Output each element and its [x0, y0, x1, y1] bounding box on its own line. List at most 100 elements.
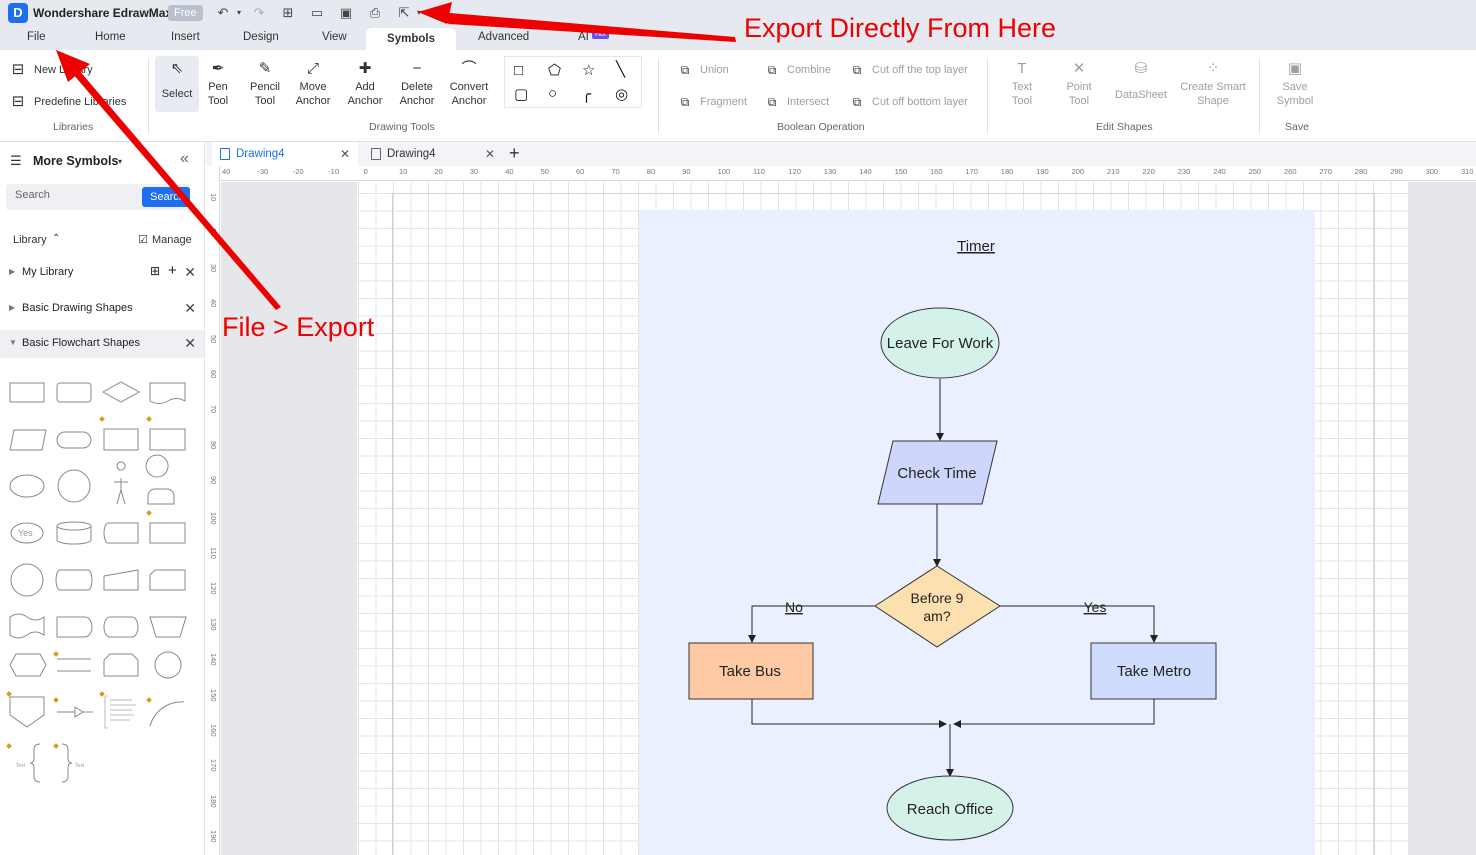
print-icon[interactable]: ⎙ [366, 4, 384, 22]
collapse-panel-icon[interactable]: « [180, 150, 189, 168]
more-symbols-title[interactable]: More Symbols [33, 154, 118, 168]
fragment-button[interactable]: Fragment [700, 96, 747, 108]
close-icon[interactable]: ✕ [340, 142, 350, 166]
close-icon[interactable]: ✕ [184, 264, 196, 281]
connector-shape[interactable] [57, 469, 91, 503]
chevron-down-icon[interactable]: ▾ [118, 157, 122, 166]
circle-shape[interactable] [10, 563, 44, 597]
manual-input-shape[interactable] [103, 569, 139, 591]
preparation-shape[interactable] [9, 653, 47, 677]
pentagon-icon[interactable]: ⬠ [548, 61, 561, 79]
alternate-process-shape[interactable] [56, 382, 92, 403]
annotation-shape[interactable] [104, 695, 136, 729]
user-shape[interactable] [145, 454, 175, 505]
delete-anchor-label-1: Delete [401, 81, 433, 93]
import-icon[interactable]: ⊞ [150, 264, 160, 278]
spiral-icon[interactable]: ◎ [615, 85, 628, 103]
add-tab-icon[interactable]: + [509, 142, 520, 164]
union-button[interactable]: Union [700, 64, 729, 76]
tab-home[interactable]: Home [95, 31, 126, 43]
collapse-up-icon[interactable]: ⌃ [52, 233, 60, 244]
actor-shape[interactable] [114, 461, 128, 505]
delay-shape[interactable] [56, 616, 93, 638]
cut-top-layer-button[interactable]: Cut off the top layer [872, 64, 968, 76]
brace-shape[interactable] [29, 743, 73, 783]
add-icon[interactable]: + [168, 262, 177, 279]
tab-drawing4[interactable]: Drawing4 ✕ [363, 142, 503, 166]
manual-operation-shape[interactable] [149, 616, 187, 638]
convert-anchor-tool[interactable]: ⌒ Convert Anchor [446, 58, 492, 108]
circle-icon[interactable]: ○ [548, 85, 557, 102]
save-icon[interactable]: ▣ [337, 4, 355, 22]
punched-tape-shape[interactable] [9, 613, 45, 639]
tab-drawing4-active[interactable]: Drawing4 ✕ [212, 142, 358, 166]
close-icon[interactable]: ✕ [485, 142, 495, 166]
combine-button[interactable]: Combine [787, 64, 831, 76]
process-shape[interactable] [9, 382, 45, 403]
search-box[interactable]: Search Search [6, 184, 190, 210]
open-icon[interactable]: ▭ [308, 4, 326, 22]
library-label[interactable]: Library [13, 234, 47, 246]
save-symbol-button[interactable]: ▣ Save Symbol [1273, 58, 1317, 108]
ruler-tick-label: 270 [1319, 167, 1332, 176]
undo-dropdown-icon[interactable]: ▾ [230, 4, 248, 22]
library-item-my-library[interactable]: ▶ My Library ⊞ + ✕ [0, 259, 204, 287]
delete-anchor-tool[interactable]: − Delete Anchor [395, 58, 439, 108]
point-tool[interactable]: ✕ Point Tool [1060, 58, 1098, 108]
rectangle-icon[interactable]: □ [514, 62, 523, 79]
summing-junction-shape[interactable] [154, 651, 182, 679]
move-anchor-tool[interactable]: ⤢ Move Anchor [292, 58, 334, 108]
pen-tool[interactable]: ✒ Pen Tool [203, 58, 233, 108]
close-icon[interactable]: ✕ [184, 335, 196, 352]
text-tool[interactable]: T Text Tool [1004, 58, 1040, 108]
predefined-process-shape[interactable] [103, 428, 139, 451]
parallel-mode-shape[interactable] [57, 658, 91, 672]
arc-icon[interactable]: ╭ [582, 85, 591, 103]
library-item-basic-drawing-shapes[interactable]: ▶ Basic Drawing Shapes ✕ [0, 295, 204, 323]
datasheet-button[interactable]: ⛁ DataSheet [1114, 58, 1168, 102]
ruler-tick-label: 10 [399, 167, 408, 176]
terminator-shape[interactable] [56, 431, 92, 449]
tab-file[interactable]: File [27, 31, 46, 43]
library-item-basic-flowchart-shapes[interactable]: ▼ Basic Flowchart Shapes ✕ [0, 330, 204, 358]
arc-shape[interactable] [149, 701, 185, 727]
direct-access-storage-shape[interactable] [55, 569, 93, 591]
search-button[interactable]: Search [142, 187, 190, 207]
create-smart-shape-button[interactable]: ⁘ Create Smart Shape [1176, 58, 1250, 108]
redo-icon[interactable]: ↷ [250, 4, 268, 22]
off-page-reference-shape[interactable] [9, 696, 45, 728]
off-page-shape[interactable] [149, 569, 186, 591]
add-anchor-tool[interactable]: ✚ Add Anchor [344, 58, 386, 108]
pencil-tool[interactable]: ✎ Pencil Tool [246, 58, 284, 108]
tab-ai[interactable]: AI [578, 31, 589, 43]
card-shape[interactable] [149, 522, 186, 544]
select-tool[interactable]: ⇖ Select [160, 58, 194, 101]
data-shape[interactable] [9, 429, 47, 451]
manage-button[interactable]: Manage [152, 234, 192, 246]
flow-line-shape[interactable] [57, 706, 93, 718]
star-icon[interactable]: ☆ [582, 61, 595, 79]
cut-bottom-layer-button[interactable]: Cut off bottom layer [872, 96, 968, 108]
line-icon[interactable]: ╲ [616, 60, 625, 78]
tab-symbols[interactable]: Symbols [366, 28, 456, 50]
loop-limit-shape[interactable] [103, 653, 139, 677]
tab-view[interactable]: View [322, 31, 347, 43]
internal-storage-shape[interactable] [149, 428, 186, 451]
free-badge[interactable]: Free [168, 5, 203, 21]
ruler-tick-label: 50 [540, 167, 549, 176]
decision-shape[interactable] [101, 381, 141, 403]
rounded-rectangle-icon[interactable]: ▢ [514, 85, 528, 103]
export-dropdown-icon[interactable]: ▾ [410, 4, 428, 22]
tab-design[interactable]: Design [243, 31, 279, 43]
tab-insert[interactable]: Insert [171, 31, 200, 43]
database-shape[interactable] [56, 521, 92, 545]
ellipse-shape[interactable] [9, 474, 45, 498]
display-shape[interactable] [103, 616, 139, 638]
stored-data-shape[interactable] [103, 522, 139, 544]
intersect-button[interactable]: Intersect [787, 96, 829, 108]
close-icon[interactable]: ✕ [184, 300, 196, 317]
new-icon[interactable]: ⊞ [279, 4, 297, 22]
search-input[interactable]: Search [15, 189, 50, 201]
document-shape[interactable] [149, 382, 186, 404]
tab-advanced[interactable]: Advanced [478, 31, 529, 43]
